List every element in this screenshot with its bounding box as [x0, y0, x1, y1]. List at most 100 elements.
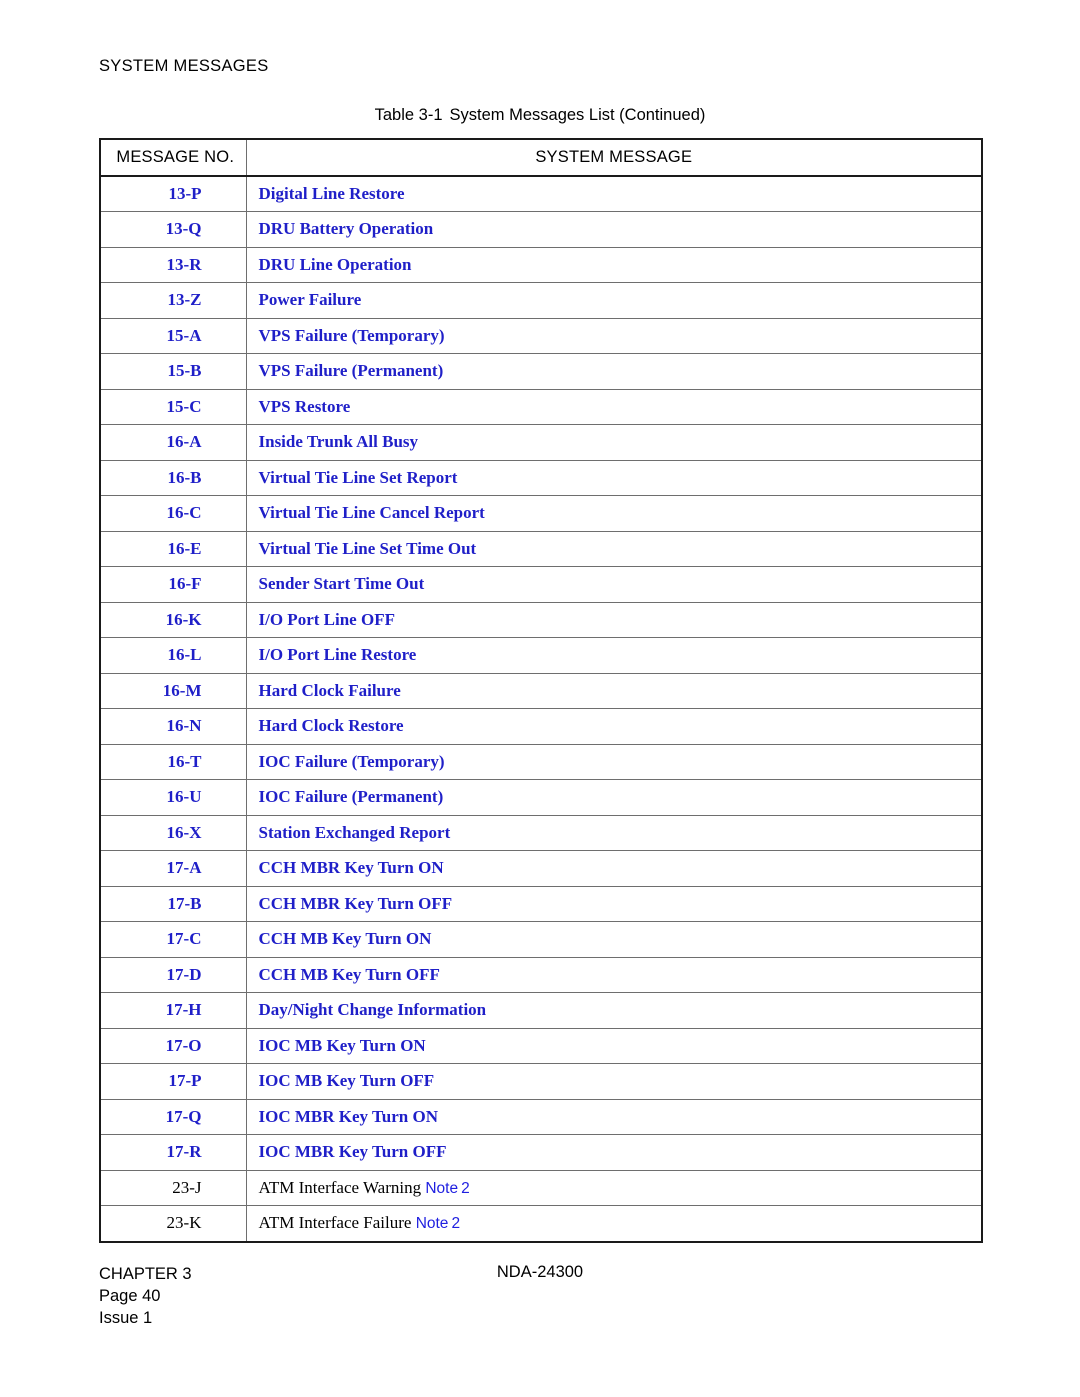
table-row: 17-B CCH MBR Key Turn OFF — [100, 885, 982, 922]
system-message-text: CCH MBR Key Turn OFF — [258, 893, 453, 913]
running-head: SYSTEM MESSAGES — [99, 57, 269, 75]
cell-message-no: 17-D — [100, 956, 247, 993]
table-row: 16-T IOC Failure (Temporary) — [100, 743, 982, 780]
system-message-text: Digital Line Restore — [258, 183, 405, 203]
table-row: 16-A Inside Trunk All Busy — [100, 424, 982, 460]
cell-system-message: CCH MB Key Turn ON — [246, 921, 982, 957]
table-row: 13-P Digital Line Restore — [100, 175, 982, 212]
column-header-message-no: MESSAGE NO. — [100, 139, 247, 177]
cell-system-message: ATM Interface Failure Note 2 — [246, 1205, 982, 1242]
cell-system-message: ATM Interface Warning Note 2 — [246, 1169, 982, 1206]
table-row: 15-C VPS Restore — [100, 388, 982, 425]
table-row: 17-Q IOC MBR Key Turn ON — [100, 1098, 982, 1135]
table-row: 13-R DRU Line Operation — [100, 246, 982, 283]
cell-system-message: VPS Failure (Temporary) — [246, 317, 982, 354]
cell-message-no: 17-R — [100, 1134, 247, 1170]
system-message-text: DRU Battery Operation — [258, 219, 434, 239]
cell-message-no: 17-P — [100, 1063, 247, 1099]
table-caption: Table 3-1 System Messages List (Continued… — [99, 106, 981, 125]
cell-message-no: 16-K — [100, 601, 247, 638]
cell-message-no: 17-Q — [100, 1098, 247, 1135]
system-message-text: Sender Start Time Out — [258, 574, 425, 594]
cell-message-no: 17-A — [100, 850, 247, 886]
cell-system-message: IOC MBR Key Turn OFF — [246, 1134, 982, 1170]
document-page: SYSTEM MESSAGES Table 3-1 System Messages… — [0, 0, 1080, 1397]
system-message-text: CCH MB Key Turn ON — [258, 929, 432, 949]
table-row: 16-M Hard Clock Failure — [100, 672, 982, 709]
footer-chapter: CHAPTER 3 — [99, 1265, 192, 1283]
system-messages-table: MESSAGE NO. SYSTEM MESSAGE 13-P Digital L… — [99, 138, 983, 1243]
system-message-text: VPS Restore — [258, 396, 351, 416]
cell-message-no: 16-M — [100, 672, 247, 709]
cell-system-message: IOC Failure (Permanent) — [246, 779, 982, 815]
cell-system-message: Hard Clock Restore — [246, 708, 982, 744]
footer-left-block: CHAPTER 3 Page 40 Issue 1 — [99, 1263, 192, 1329]
table-header: MESSAGE NO. SYSTEM MESSAGE — [100, 139, 982, 177]
cell-message-no: 16-L — [100, 637, 247, 673]
cell-message-no: 13-Z — [100, 282, 247, 318]
note-reference-label: Note — [415, 1215, 449, 1233]
cell-message-no: 17-O — [100, 1027, 247, 1064]
cell-system-message: Virtual Tie Line Set Report — [246, 459, 982, 496]
cell-message-no: 17-H — [100, 992, 247, 1028]
cell-message-no: 16-E — [100, 530, 247, 567]
cell-message-no: 23-K — [100, 1205, 247, 1242]
cell-message-no: 16-B — [100, 459, 247, 496]
system-message-text: Inside Trunk All Busy — [258, 432, 419, 452]
cell-message-no: 15-A — [100, 317, 247, 354]
note-reference: Note 2 — [416, 1215, 460, 1232]
system-message-text: VPS Failure (Permanent) — [258, 361, 444, 381]
system-message-text: Hard Clock Restore — [258, 716, 404, 736]
table-row: 15-A VPS Failure (Temporary) — [100, 317, 982, 354]
cell-system-message: Virtual Tie Line Cancel Report — [246, 495, 982, 531]
cell-system-message: CCH MB Key Turn OFF — [246, 956, 982, 993]
cell-system-message: IOC MB Key Turn OFF — [246, 1063, 982, 1099]
table-row: 17-C CCH MB Key Turn ON — [100, 921, 982, 957]
column-header-system-message: SYSTEM MESSAGE — [246, 139, 982, 177]
table-row: 23-J ATM Interface Warning Note 2 — [100, 1169, 982, 1206]
cell-message-no: 23-J — [100, 1169, 247, 1206]
table-row: 15-B VPS Failure (Permanent) — [100, 353, 982, 389]
system-message-text: IOC MBR Key Turn OFF — [258, 1142, 447, 1162]
cell-system-message: Inside Trunk All Busy — [246, 424, 982, 460]
cell-system-message: IOC MBR Key Turn ON — [246, 1098, 982, 1135]
table-header-row: MESSAGE NO. SYSTEM MESSAGE — [100, 139, 982, 177]
system-message-text: CCH MB Key Turn OFF — [258, 964, 440, 984]
note-reference-number: 2 — [451, 1215, 461, 1233]
system-message-text: Virtual Tie Line Cancel Report — [258, 503, 485, 523]
system-message-text: I/O Port Line Restore — [258, 645, 417, 665]
table-row: 16-E Virtual Tie Line Set Time Out — [100, 530, 982, 567]
table-row: 17-H Day/Night Change Information — [100, 992, 982, 1028]
footer-page: Page 40 — [99, 1287, 161, 1305]
table-row: 16-L I/O Port Line Restore — [100, 637, 982, 673]
cell-message-no: 16-X — [100, 814, 247, 851]
cell-system-message: DRU Battery Operation — [246, 211, 982, 247]
table-row: 16-F Sender Start Time Out — [100, 566, 982, 602]
table-row: 13-Z Power Failure — [100, 282, 982, 318]
system-message-text: IOC MBR Key Turn ON — [258, 1106, 438, 1126]
table-row: 17-D CCH MB Key Turn OFF — [100, 956, 982, 993]
note-reference: Note 2 — [425, 1180, 469, 1197]
table-row: 17-O IOC MB Key Turn ON — [100, 1027, 982, 1064]
footer-document-number: NDA-24300 — [496, 1263, 584, 1281]
cell-system-message: Digital Line Restore — [246, 175, 982, 212]
cell-message-no: 16-T — [100, 743, 247, 780]
table-caption-title: System Messages List (Continued) — [449, 106, 706, 124]
cell-message-no: 13-Q — [100, 211, 247, 247]
system-message-text: CCH MBR Key Turn ON — [258, 858, 444, 878]
footer-issue: Issue 1 — [99, 1309, 153, 1327]
table-row: 16-B Virtual Tie Line Set Report — [100, 459, 982, 496]
system-message-text: IOC MB Key Turn OFF — [258, 1071, 435, 1091]
cell-system-message: CCH MBR Key Turn ON — [246, 850, 982, 886]
cell-system-message: Station Exchanged Report — [246, 814, 982, 851]
table-row: 16-N Hard Clock Restore — [100, 708, 982, 744]
note-reference-number: 2 — [461, 1179, 470, 1197]
cell-message-no: 17-C — [100, 921, 247, 957]
cell-system-message: VPS Restore — [246, 388, 982, 425]
table-row: 17-R IOC MBR Key Turn OFF — [100, 1134, 982, 1170]
cell-message-no: 16-A — [100, 424, 247, 460]
cell-message-no: 15-B — [100, 353, 247, 389]
system-message-text: VPS Failure (Temporary) — [258, 325, 445, 345]
system-message-text: Day/Night Change Information — [258, 1000, 487, 1020]
system-message-text: I/O Port Line OFF — [258, 609, 395, 629]
